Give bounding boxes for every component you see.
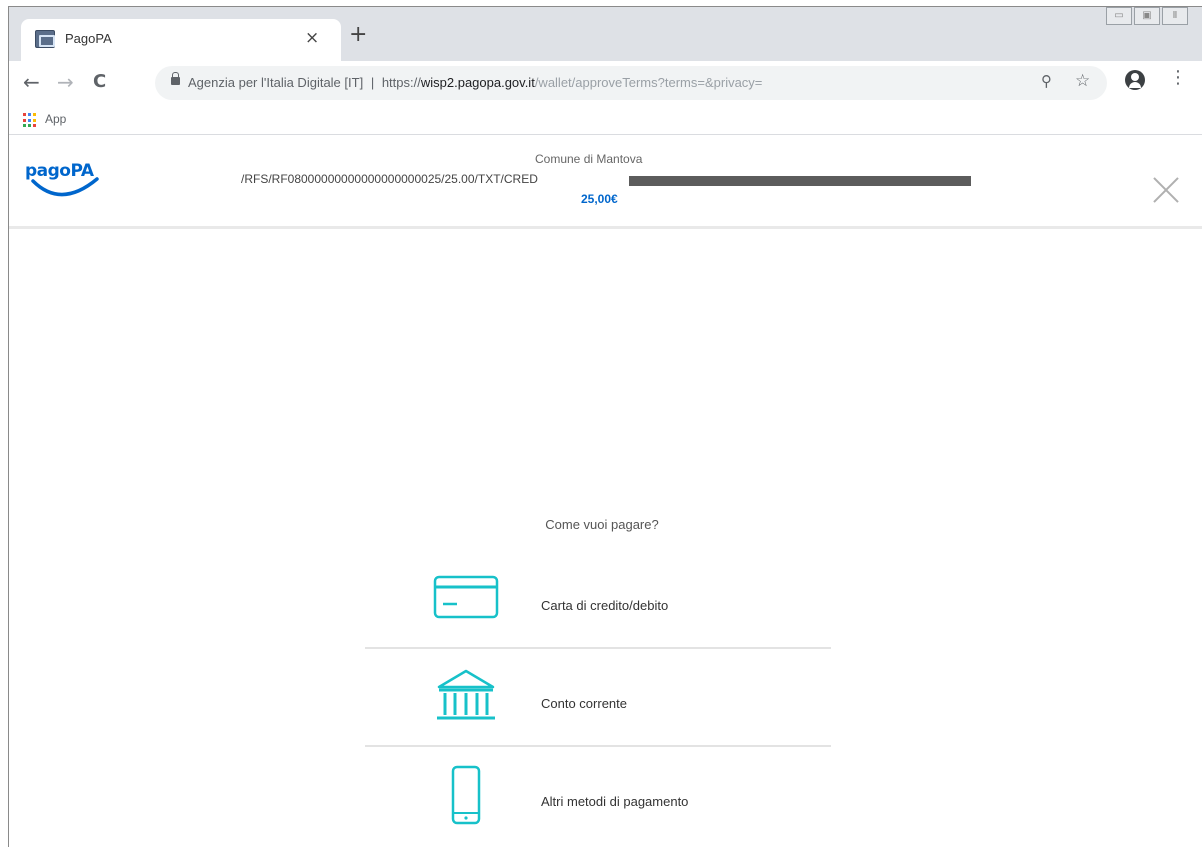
pagopa-logo: pagoPA bbox=[25, 161, 105, 209]
reload-icon[interactable]: C bbox=[93, 71, 106, 93]
back-arrow-icon[interactable]: ← bbox=[23, 71, 40, 93]
payment-description: /RFS/RF08000000000000000000025/25.00/TXT… bbox=[241, 172, 538, 186]
close-icon[interactable] bbox=[1151, 175, 1181, 205]
tab-close-icon[interactable]: × bbox=[305, 28, 319, 48]
method-label-other: Altri metodi di pagamento bbox=[541, 794, 689, 809]
url-text: Agenzia per l'Italia Digitale [IT] | htt… bbox=[188, 75, 762, 90]
payment-question: Come vuoi pagare? bbox=[545, 517, 659, 532]
creditor-entity: Comune di Mantova bbox=[535, 152, 643, 166]
maximize-button[interactable]: ▣ bbox=[1134, 7, 1160, 25]
address-bar[interactable]: Agenzia per l'Italia Digitale [IT] | htt… bbox=[155, 66, 1107, 100]
minimize-button[interactable]: ▭ bbox=[1106, 7, 1132, 25]
method-label-bank-account: Conto corrente bbox=[541, 696, 627, 711]
method-bank-account[interactable]: Conto corrente bbox=[365, 649, 831, 747]
tab-strip: PagoPA × + ▭ ▣ Ⅱ bbox=[9, 7, 1202, 61]
url-separator: | bbox=[370, 75, 375, 90]
apps-bookmark[interactable]: App bbox=[45, 112, 66, 126]
apps-grid-icon[interactable] bbox=[23, 113, 38, 128]
window-controls: ▭ ▣ Ⅱ bbox=[1106, 7, 1188, 25]
bank-icon bbox=[437, 669, 495, 720]
bookmark-star-icon[interactable]: ☆ bbox=[1075, 71, 1090, 91]
url-scheme: https:// bbox=[381, 75, 421, 90]
url-host: wisp2.pagopa.gov.it bbox=[420, 75, 535, 90]
method-other[interactable]: Altri metodi di pagamento bbox=[365, 747, 831, 845]
tab-title: PagoPA bbox=[65, 31, 112, 46]
window-close-button[interactable]: Ⅱ bbox=[1162, 7, 1188, 25]
tab-pagopa[interactable]: PagoPA × bbox=[21, 19, 341, 61]
favicon-icon bbox=[35, 30, 55, 48]
bookmarks-bar: App bbox=[9, 105, 1202, 135]
url-identity: Agenzia per l'Italia Digitale [IT] bbox=[188, 75, 364, 90]
payment-methods-list: Carta di credito/debito Conto corrente A… bbox=[365, 551, 831, 845]
smartphone-icon bbox=[451, 765, 481, 825]
redacted-bar bbox=[629, 176, 971, 186]
browser-window: PagoPA × + ▭ ▣ Ⅱ ← → C Agenzia per l'Ita… bbox=[8, 6, 1202, 847]
forward-arrow-icon[interactable]: → bbox=[57, 71, 74, 93]
menu-icon[interactable]: ⋮ bbox=[1169, 67, 1187, 88]
browser-toolbar: ← → C Agenzia per l'Italia Digitale [IT]… bbox=[9, 61, 1202, 105]
credit-card-icon bbox=[433, 575, 499, 619]
zoom-icon[interactable]: ⚲ bbox=[1041, 72, 1052, 90]
lock-icon bbox=[171, 72, 180, 85]
method-label-credit-card: Carta di credito/debito bbox=[541, 598, 669, 613]
profile-avatar-icon[interactable] bbox=[1125, 70, 1145, 90]
logo-swoosh-icon bbox=[31, 177, 99, 197]
payment-header: pagoPA Comune di Mantova /RFS/RF08000000… bbox=[9, 139, 1202, 229]
new-tab-icon[interactable]: + bbox=[349, 24, 367, 46]
method-credit-card[interactable]: Carta di credito/debito bbox=[365, 551, 831, 649]
url-path: /wallet/approveTerms?terms=&privacy= bbox=[534, 75, 763, 90]
payment-amount: 25,00€ bbox=[581, 192, 618, 206]
